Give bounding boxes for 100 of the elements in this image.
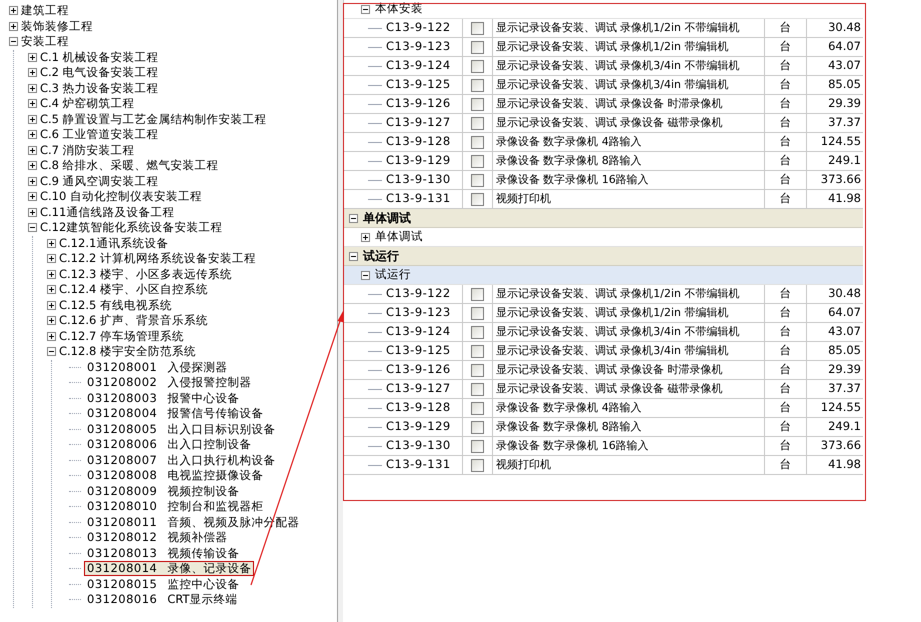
checkbox[interactable]: [470, 440, 484, 452]
checkbox[interactable]: [470, 60, 484, 72]
expand-icon[interactable]: [28, 114, 37, 124]
expand-icon[interactable]: [28, 161, 37, 170]
checkbox[interactable]: [470, 136, 484, 148]
unit-cell-text: 台: [780, 285, 792, 302]
tree-item[interactable]: 031208012 视频补偿器: [84, 530, 230, 546]
expand-icon[interactable]: [47, 316, 56, 326]
tree-item[interactable]: C.9 通风空调安装工程: [40, 172, 159, 190]
tree-item[interactable]: C.12.1通讯系统设备: [59, 234, 168, 252]
tree-item[interactable]: 031208004 报警信号传输设备: [84, 406, 266, 422]
expand-icon[interactable]: [28, 130, 37, 140]
unit-cell-text: 台: [780, 380, 792, 398]
expand-icon[interactable]: [28, 176, 37, 186]
tree-item[interactable]: 031208015 监控中心设备: [84, 576, 242, 592]
checkbox[interactable]: [470, 306, 484, 320]
tree-item[interactable]: C.12.7 停车场管理系统: [59, 328, 184, 345]
code-cell-text: C13-9-122: [386, 285, 451, 302]
tree-item[interactable]: 031208006 出入口控制设备: [84, 437, 254, 452]
checkbox[interactable]: [470, 116, 484, 130]
expand-icon[interactable]: [28, 99, 37, 108]
tree-item[interactable]: 031208008 电视监控摄像设备: [84, 468, 266, 484]
price-cell-text: 373.66: [820, 171, 862, 188]
tree-item[interactable]: C.1 机械设备安装工程: [40, 48, 159, 66]
tree-item[interactable]: C.8 给排水、采暖、燃气安装工程: [40, 157, 219, 174]
checkbox[interactable]: [470, 154, 484, 168]
name-cell-text: 显示记录设备安装、调试 录像机1/2in 不带编辑机: [496, 20, 740, 36]
checkbox[interactable]: [470, 326, 484, 338]
subgroup-row[interactable]: 试运行: [344, 266, 863, 285]
tree-item[interactable]: C.5 静置设置与工艺金属结构制作安装工程: [40, 110, 267, 128]
tree-item[interactable]: 建筑工程: [21, 2, 69, 20]
checkbox[interactable]: [470, 288, 484, 300]
checkbox[interactable]: [470, 78, 484, 92]
tree-item[interactable]: 031208010 控制台和监视器柜: [84, 499, 266, 514]
expand-icon[interactable]: [28, 146, 37, 155]
checkbox[interactable]: [470, 402, 484, 414]
tree-item[interactable]: C.12.6 扩声、背景音乐系统: [59, 312, 208, 330]
expand-icon[interactable]: [361, 232, 370, 242]
tree-item[interactable]: C.6 工业管道安装工程: [40, 126, 159, 144]
expand-icon[interactable]: [47, 285, 56, 294]
tree-item[interactable]: C.12.5 有线电视系统: [59, 296, 172, 314]
tree-item[interactable]: 031208007 出入口执行机构设备: [84, 452, 278, 468]
tree-item[interactable]: 031208013 视频传输设备: [84, 546, 242, 561]
tree-item[interactable]: 031208002 入侵报警控制器: [84, 375, 254, 390]
tree-item[interactable]: C.2 电气设备安装工程: [40, 64, 159, 82]
name-cell-text: 显示记录设备安装、调试 录像设备 磁带录像机: [496, 380, 723, 397]
tree-item[interactable]: 031208014 录像、记录设备: [84, 561, 254, 576]
checkbox[interactable]: [470, 98, 484, 110]
expand-icon[interactable]: [9, 6, 18, 16]
checkbox[interactable]: [470, 458, 484, 472]
tree-item[interactable]: C.12.8 楼宇安全防范系统: [59, 343, 196, 360]
checkbox[interactable]: [470, 364, 484, 376]
tree-item[interactable]: C.12建筑智能化系统设备安装工程: [40, 219, 222, 236]
tree-item[interactable]: C.10 自动化控制仪表安装工程: [40, 188, 202, 206]
expand-icon[interactable]: [28, 52, 37, 62]
collapse-icon[interactable]: [9, 37, 18, 46]
code-cell-text: C13-9-126: [386, 361, 451, 378]
checkbox[interactable]: [470, 382, 484, 396]
unit-cell-text: 台: [780, 456, 792, 474]
tree-item[interactable]: 031208001 入侵探测器: [84, 360, 230, 375]
expand-icon[interactable]: [28, 208, 37, 217]
price-cell-text: 249.1: [828, 418, 862, 436]
tree-item[interactable]: 031208005 出入口目标识别设备: [84, 422, 278, 437]
collapse-icon[interactable]: [28, 223, 37, 232]
checkbox[interactable]: [470, 344, 484, 358]
tree-item[interactable]: 031208016 CRT显示终端: [84, 592, 241, 608]
expand-icon[interactable]: [47, 238, 56, 248]
subgroup-row[interactable]: 单体调试: [344, 228, 863, 247]
expand-icon[interactable]: [9, 22, 18, 31]
expand-icon[interactable]: [28, 68, 37, 78]
expand-icon[interactable]: [47, 300, 56, 310]
expand-icon[interactable]: [28, 84, 37, 93]
collapse-icon[interactable]: [47, 347, 56, 356]
checkbox[interactable]: [470, 420, 484, 434]
collapse-icon[interactable]: [361, 270, 370, 280]
checkbox[interactable]: [470, 22, 484, 34]
tree-item[interactable]: 031208009 视频控制设备: [84, 484, 242, 499]
checkbox[interactable]: [470, 40, 484, 54]
tree-item[interactable]: C.11通信线路及设备工程: [40, 204, 174, 221]
tree-item[interactable]: C.7 消防安装工程: [40, 142, 135, 159]
checkbox[interactable]: [470, 192, 484, 206]
tree-item[interactable]: C.12.2 计算机网络系统设备安装工程: [59, 250, 256, 268]
tree-item[interactable]: C.12.4 楼宇、小区自控系统: [59, 281, 208, 298]
checkbox[interactable]: [470, 174, 484, 186]
tree-item[interactable]: 031208003 报警中心设备: [84, 390, 242, 406]
tree-item[interactable]: 装饰装修工程: [21, 18, 93, 35]
expand-icon[interactable]: [28, 192, 37, 202]
tree-item[interactable]: C.12.3 楼宇、小区多表远传系统: [59, 266, 232, 283]
name-cell-text: 显示记录设备安装、调试 录像设备 磁带录像机: [496, 114, 723, 131]
collapse-icon[interactable]: [349, 214, 358, 222]
tree-item[interactable]: 安装工程: [21, 33, 69, 50]
tree-item[interactable]: C.3 热力设备安装工程: [40, 80, 159, 97]
expand-icon[interactable]: [47, 254, 56, 264]
collapse-icon[interactable]: [361, 4, 370, 14]
expand-icon[interactable]: [47, 332, 56, 341]
expand-icon[interactable]: [47, 270, 56, 279]
subgroup-title: 单体调试: [375, 228, 423, 246]
tree-item[interactable]: C.4 炉窑砌筑工程: [40, 95, 135, 112]
price-cell-text: 41.98: [828, 190, 862, 208]
collapse-icon[interactable]: [349, 252, 358, 260]
